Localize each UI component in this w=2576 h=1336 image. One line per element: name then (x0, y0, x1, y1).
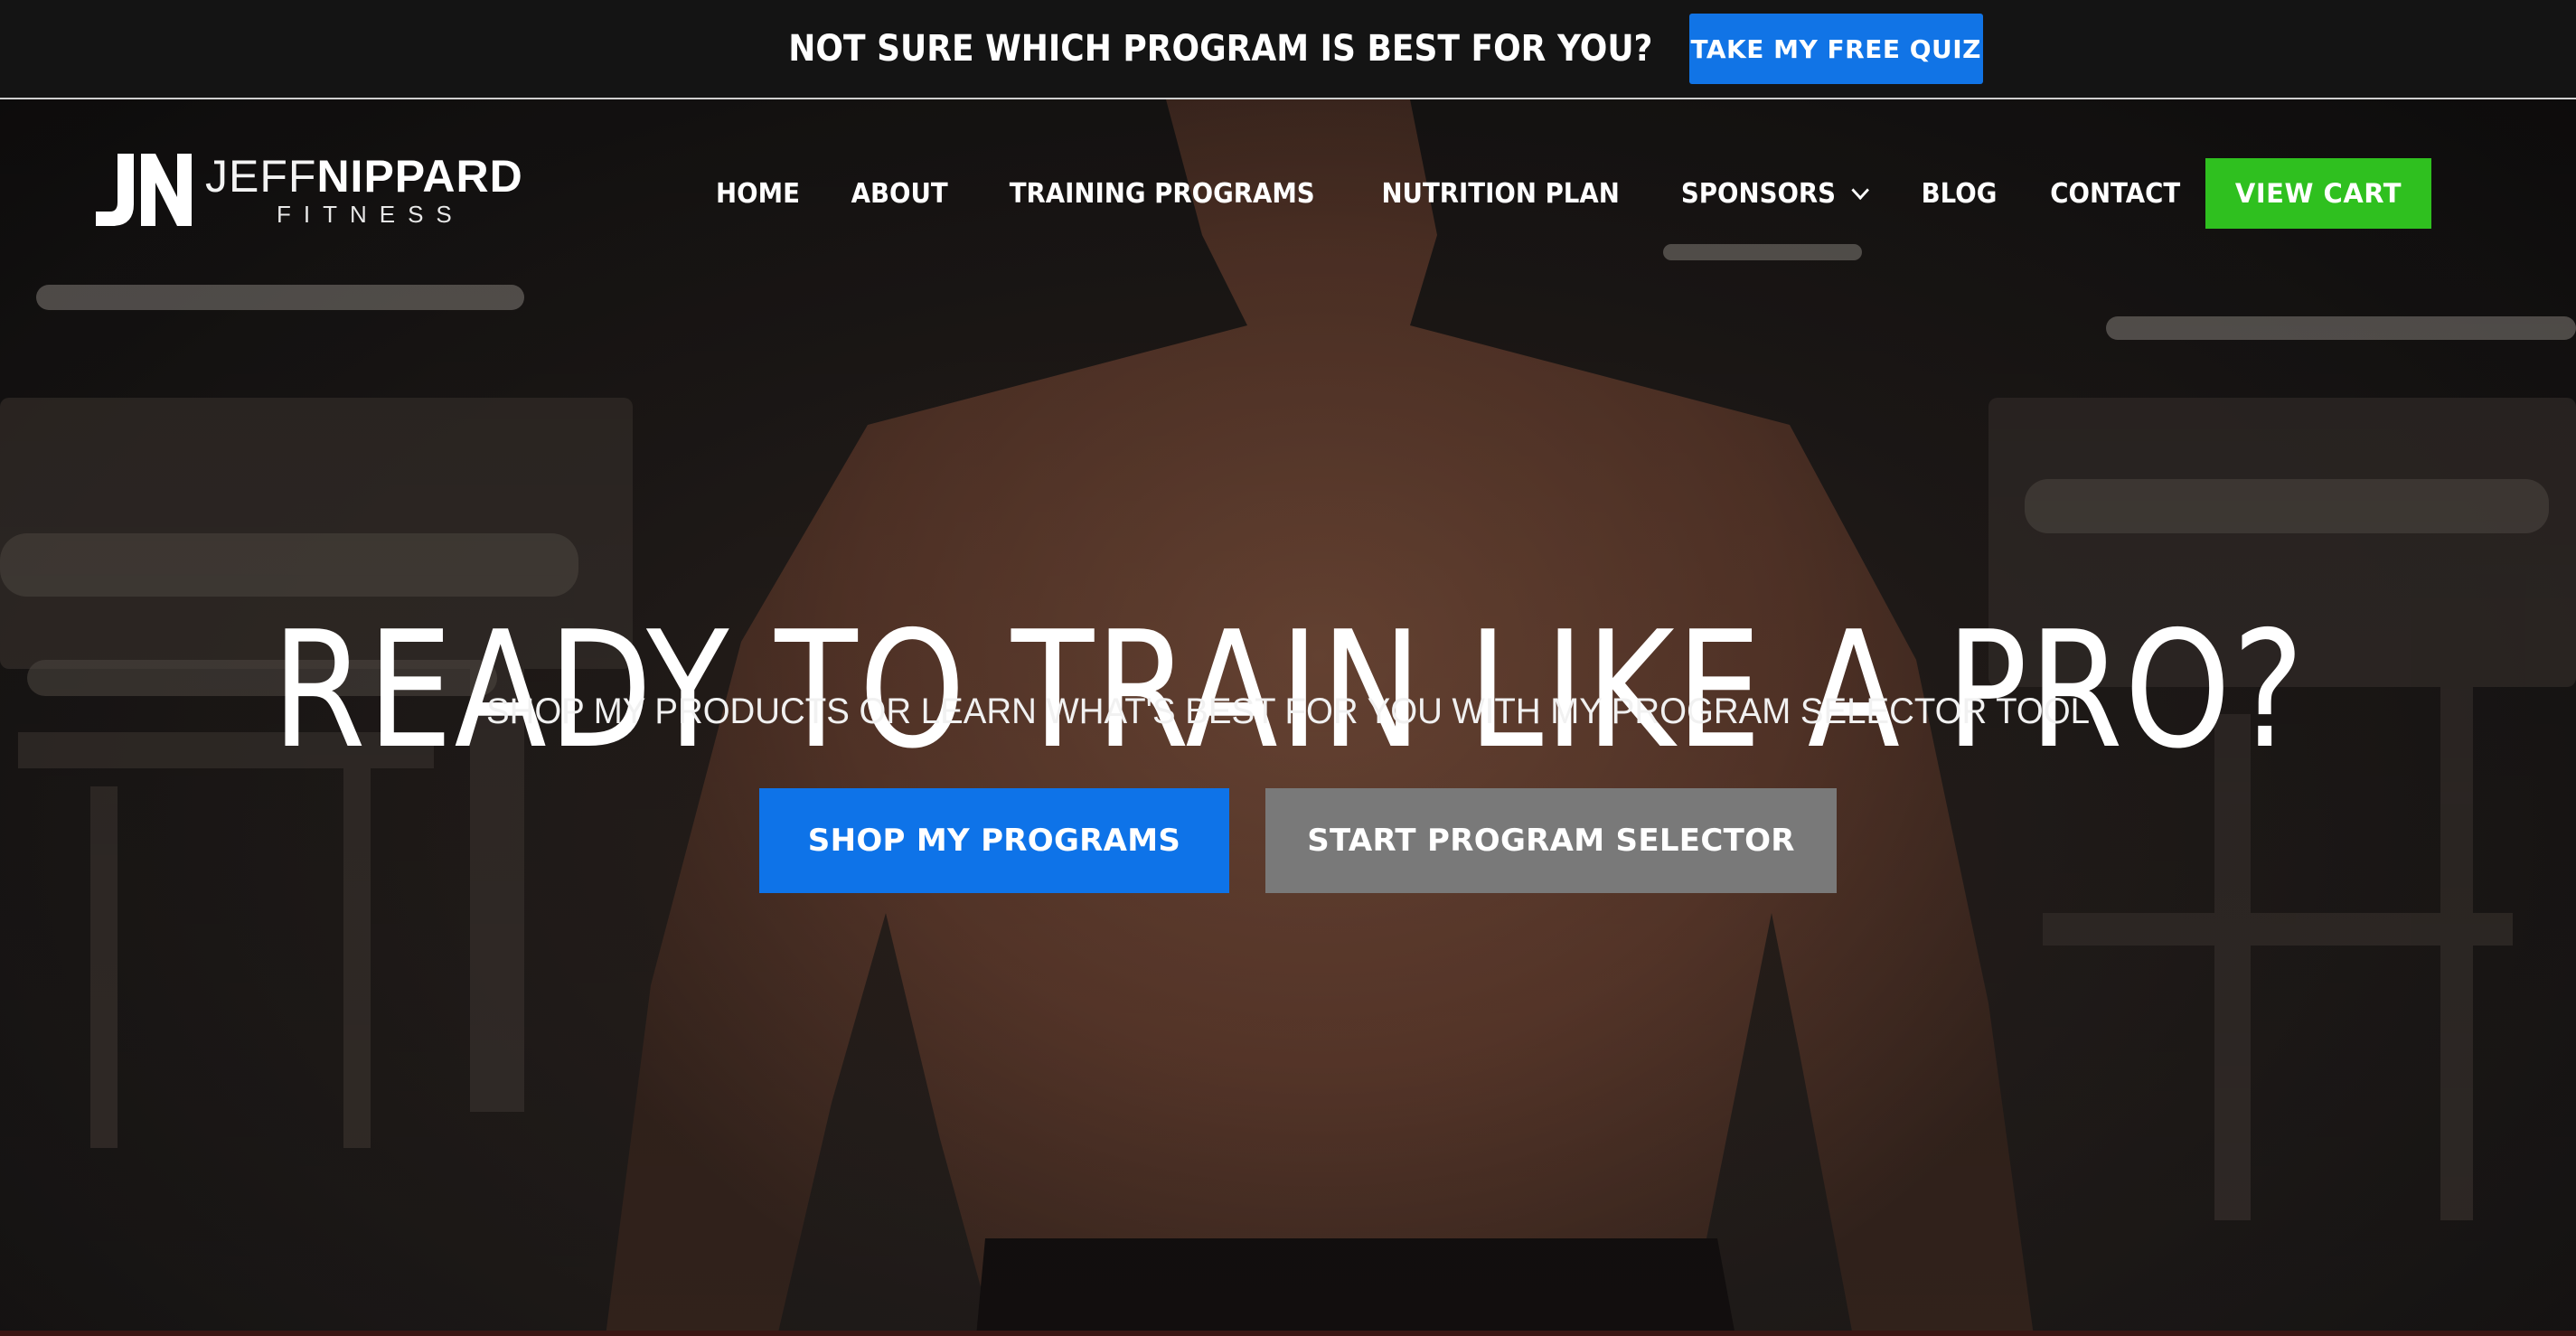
main-nav: HOME ABOUT TRAINING PROGRAMS NUTRITION P… (669, 157, 2431, 230)
take-quiz-button[interactable]: TAKE MY FREE QUIZ (1688, 14, 1983, 84)
hero-cta-row: SHOP MY PROGRAMS START PROGRAM SELECTOR (759, 788, 1837, 893)
logo-name: JEFFNIPPARD (205, 152, 523, 201)
nav-item-contact[interactable]: CONTACT (2050, 178, 2180, 210)
nav-item-blog[interactable]: BLOG (1922, 178, 1998, 210)
shop-programs-button[interactable]: SHOP MY PROGRAMS (759, 788, 1229, 893)
view-cart-button[interactable]: VIEW CART (2205, 158, 2431, 229)
logo-name-first: JEFF (205, 150, 317, 202)
hero-subtitle: SHOP MY PRODUCTS OR LEARN WHAT'S BEST FO… (485, 692, 2091, 731)
promo-text: NOT SURE WHICH PROGRAM IS BEST FOR YOU? (788, 28, 1653, 70)
site-header: JEFFNIPPARD FITNESS HOME ABOUT TRAINING … (0, 99, 2576, 280)
logo-name-last: NIPPARD (316, 150, 523, 202)
program-selector-button[interactable]: START PROGRAM SELECTOR (1265, 788, 1837, 893)
logo-subtitle: FITNESS (276, 200, 465, 228)
jn-logo-icon (96, 154, 192, 226)
logo-wordmark: JEFFNIPPARD FITNESS (205, 152, 523, 229)
chevron-down-icon (1851, 180, 1870, 200)
nav-item-sponsors-label: SPONSORS (1681, 177, 1837, 210)
promo-bar: NOT SURE WHICH PROGRAM IS BEST FOR YOU? … (0, 0, 2576, 99)
site-logo[interactable]: JEFFNIPPARD FITNESS (90, 150, 523, 230)
nav-item-home[interactable]: HOME (716, 178, 800, 210)
nav-item-sponsors[interactable]: SPONSORS (1681, 177, 1870, 210)
page-bottom-edge (0, 1331, 2576, 1336)
nav-item-nutrition-plan[interactable]: NUTRITION PLAN (1382, 178, 1620, 210)
nav-item-about[interactable]: ABOUT (851, 178, 948, 210)
nav-item-training-programs[interactable]: TRAINING PROGRAMS (1009, 178, 1314, 210)
page: NOT SURE WHICH PROGRAM IS BEST FOR YOU? … (0, 0, 2576, 1336)
